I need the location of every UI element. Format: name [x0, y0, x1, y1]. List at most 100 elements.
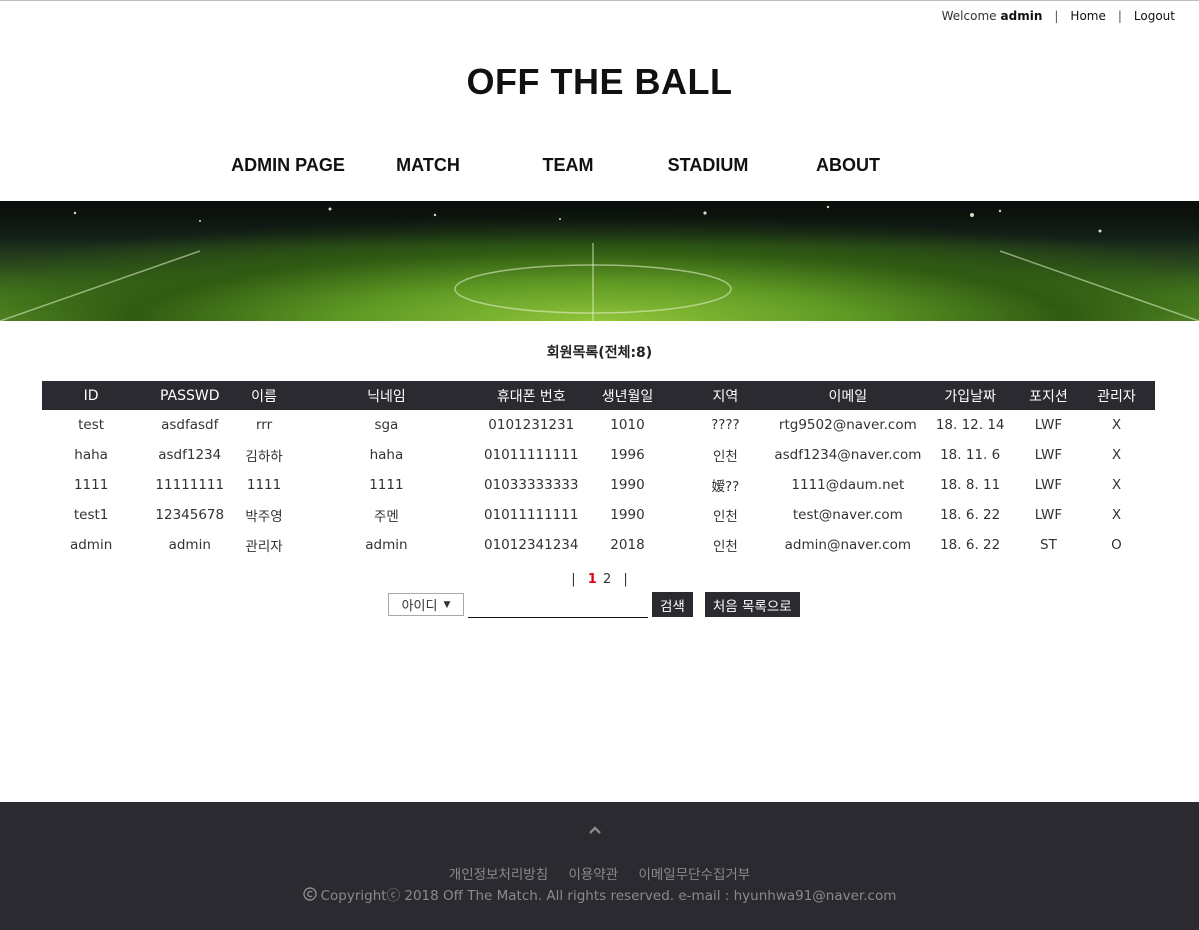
search-field-select[interactable]: 아이디 ▼: [388, 593, 464, 616]
copyright: Copyrightⓒ 2018 Off The Match. All right…: [0, 884, 1199, 904]
cell-admin: X: [1111, 477, 1122, 493]
cell-passwd: 11111111: [155, 477, 225, 493]
col-header-passwd: PASSWD: [159, 387, 220, 404]
main-nav: ADMIN PAGE MATCH TEAM STADIUM ABOUT: [218, 155, 918, 176]
footer-link-terms[interactable]: 이용약관: [568, 867, 618, 883]
footer-link-privacy[interactable]: 개인정보처리방침: [449, 867, 548, 883]
cell-region: 嫒??: [711, 479, 740, 495]
cell-name: 관리자: [245, 539, 283, 555]
cell-position: LWF: [1034, 447, 1063, 463]
nav-item-about[interactable]: ABOUT: [778, 155, 918, 176]
cell-passwd: asdf1234: [158, 447, 222, 463]
table-row[interactable]: admin admin 관리자 admin 01012341234 2018 인…: [42, 530, 1155, 560]
footer: 개인정보처리방침 이용약관 이메일무단수집거부 Copyrightⓒ 2018 …: [0, 802, 1199, 930]
search-input[interactable]: [468, 591, 648, 618]
cell-id[interactable]: admin: [42, 530, 140, 560]
table-row[interactable]: test asdfasdf rrr sga 0101231231 1010 ??…: [42, 410, 1155, 440]
col-header-name: 이름: [251, 388, 277, 405]
cell-phone: 01012341234: [484, 537, 579, 553]
member-table: ID PASSWD 이름 닉네임 휴대폰 번호 생년월일 지역 이메일 가입날짜…: [42, 381, 1155, 560]
chevron-up-icon[interactable]: [588, 825, 602, 835]
footer-link-email-policy[interactable]: 이메일무단수집거부: [638, 867, 750, 883]
cell-passwd: admin: [168, 537, 211, 553]
cell-name: 김하하: [245, 449, 283, 465]
stadium-banner: [0, 201, 1199, 321]
cell-name: 박주영: [245, 509, 283, 525]
back-to-list-button[interactable]: 처음 목록으로: [704, 592, 800, 617]
cell-birth: 1990: [610, 507, 645, 523]
footer-links: 개인정보처리방침 이용약관 이메일무단수집거부: [0, 863, 1199, 883]
cell-position: ST: [1040, 537, 1057, 553]
logout-link[interactable]: Logout: [1134, 9, 1175, 23]
nav-item-stadium[interactable]: STADIUM: [638, 155, 778, 176]
cell-id[interactable]: test: [42, 410, 140, 440]
separator: |: [1054, 9, 1059, 23]
username: admin: [1000, 9, 1043, 23]
col-header-admin: 관리자: [1097, 388, 1136, 405]
separator: |: [1117, 9, 1122, 23]
cell-nickname: haha: [369, 447, 404, 463]
cell-admin: O: [1111, 537, 1122, 553]
cell-birth: 1010: [610, 417, 645, 433]
cell-position: LWF: [1034, 417, 1063, 433]
cell-joined: 18. 8. 11: [940, 477, 1001, 493]
cell-position: LWF: [1034, 507, 1063, 523]
search-button[interactable]: 검색: [652, 592, 693, 617]
cell-region: ????: [711, 417, 740, 433]
cell-email: 1111@daum.net: [791, 477, 905, 493]
cell-position: LWF: [1034, 477, 1063, 493]
home-link[interactable]: Home: [1070, 9, 1105, 23]
cell-birth: 2018: [610, 537, 645, 553]
cell-region: 인천: [712, 449, 738, 465]
nav-item-team[interactable]: TEAM: [498, 155, 638, 176]
cell-nickname: 1111: [369, 477, 404, 493]
col-header-birth: 생년월일: [601, 388, 654, 405]
cell-nickname: sga: [374, 417, 399, 433]
table-row[interactable]: haha asdf1234 김하하 haha 01011111111 1996 …: [42, 440, 1155, 470]
pagination: | 1 2 |: [0, 572, 1199, 587]
member-list-title: 회원목록(전체:8): [546, 345, 653, 361]
col-header-email: 이메일: [828, 388, 868, 405]
col-header-joined: 가입날짜: [944, 388, 996, 405]
cell-id[interactable]: haha: [42, 440, 140, 470]
cell-id[interactable]: 1111: [42, 470, 140, 500]
cell-admin: X: [1111, 507, 1122, 523]
nav-item-match[interactable]: MATCH: [358, 155, 498, 176]
cell-id[interactable]: test1: [42, 500, 140, 530]
cell-joined: 18. 6. 22: [940, 507, 1001, 523]
cell-phone: 0101231231: [488, 417, 575, 433]
search-bar: 아이디 ▼ 검색 처음 목록으로: [388, 591, 800, 618]
cell-nickname: 주멘: [373, 509, 399, 525]
cell-admin: X: [1111, 447, 1122, 463]
col-header-phone: 휴대폰 번호: [496, 388, 566, 405]
table-header-row: ID PASSWD 이름 닉네임 휴대폰 번호 생년월일 지역 이메일 가입날짜…: [42, 381, 1155, 410]
col-header-nickname: 닉네임: [367, 388, 406, 405]
page-2-link[interactable]: 2: [603, 572, 611, 587]
dropdown-arrow-icon: ▼: [443, 599, 451, 610]
col-header-id: ID: [83, 387, 99, 404]
cell-email: test@naver.com: [792, 507, 903, 523]
site-title[interactable]: OFF THE BALL: [0, 61, 1199, 103]
cell-joined: 18. 12. 14: [935, 417, 1005, 433]
pager-separator: |: [571, 572, 576, 587]
stadium-field-image: [0, 201, 1199, 321]
cell-region: 인천: [712, 509, 738, 525]
col-header-region: 지역: [712, 388, 739, 405]
cell-email: rtg9502@naver.com: [778, 417, 917, 433]
pager-separator: |: [623, 572, 628, 587]
cell-passwd: 12345678: [155, 507, 225, 523]
cell-birth: 1996: [610, 447, 645, 463]
nav-item-admin-page[interactable]: ADMIN PAGE: [218, 155, 358, 176]
table-row[interactable]: test1 12345678 박주영 주멘 01011111111 1990 인…: [42, 500, 1155, 530]
cell-passwd: asdfasdf: [161, 417, 219, 433]
top-user-bar: Welcome admin | Home | Logout: [942, 9, 1175, 23]
cell-phone: 01011111111: [484, 447, 579, 463]
cell-nickname: admin: [365, 537, 408, 553]
cell-email: admin@naver.com: [784, 537, 912, 553]
page-1-link[interactable]: 1: [588, 572, 597, 587]
col-header-position: 포지션: [1029, 388, 1068, 405]
search-field-selected: 아이디: [401, 599, 438, 614]
table-row[interactable]: 1111 11111111 1111 1111 01033333333 1990…: [42, 470, 1155, 500]
copyright-text: Copyrightⓒ 2018 Off The Match. All right…: [320, 888, 897, 904]
copyright-icon: [302, 887, 317, 901]
